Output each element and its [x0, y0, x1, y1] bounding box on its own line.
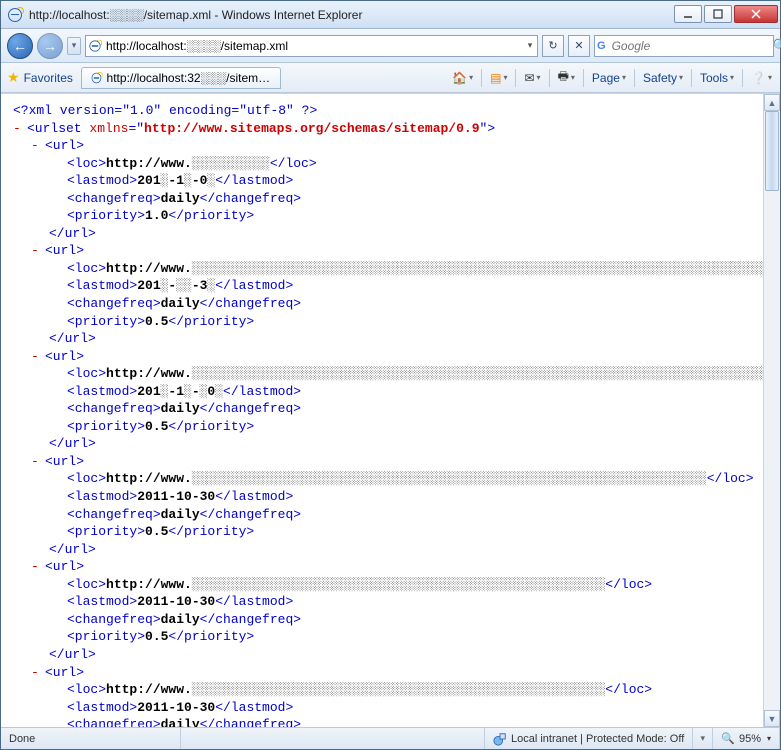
print-button[interactable]: 🖶▾: [554, 67, 579, 89]
favorites-star-icon[interactable]: ★: [7, 69, 20, 86]
search-input[interactable]: [608, 39, 773, 53]
home-icon: 🏠: [452, 71, 467, 85]
address-bar: ▾: [85, 35, 538, 57]
help-button[interactable]: ❔▾: [747, 67, 776, 89]
app-icon: [7, 7, 23, 23]
scroll-thumb[interactable]: [765, 111, 779, 191]
separator: [691, 69, 692, 87]
collapse-toggle[interactable]: -: [13, 120, 23, 138]
help-icon: ❔: [751, 71, 766, 85]
content-area: <?xml version="1.0" encoding="utf-8" ?>-…: [1, 93, 780, 727]
separator: [549, 69, 550, 87]
chevron-down-icon: ▾: [700, 733, 705, 744]
minimize-button[interactable]: [674, 5, 702, 23]
collapse-toggle[interactable]: -: [31, 453, 41, 471]
chevron-down-icon: ▾: [767, 734, 771, 743]
collapse-toggle[interactable]: -: [31, 558, 41, 576]
address-input[interactable]: [104, 39, 523, 53]
rss-icon: ▤: [490, 71, 501, 85]
forward-button[interactable]: →: [37, 33, 63, 59]
maximize-button[interactable]: [704, 5, 732, 23]
status-spacer: [181, 728, 485, 749]
xml-view: <?xml version="1.0" encoding="utf-8" ?>-…: [1, 94, 763, 727]
tab-icon: [92, 72, 101, 83]
refresh-button[interactable]: ↻: [542, 35, 564, 57]
print-icon: 🖶: [558, 67, 569, 88]
browser-window: http://localhost:░░░░/sitemap.xml - Wind…: [0, 0, 781, 750]
navbar: ← → ▾ ▾ ↻ ✕ G 🔍: [1, 29, 780, 63]
page-icon: [86, 39, 104, 53]
back-button[interactable]: ←: [7, 33, 33, 59]
safety-menu[interactable]: Safety▾: [639, 67, 687, 89]
favorites-label[interactable]: Favorites: [24, 71, 73, 85]
command-bar: ★ Favorites http://localhost:32░░░/sitem…: [1, 63, 780, 93]
stop-button[interactable]: ✕: [568, 35, 590, 57]
separator: [481, 69, 482, 87]
window-buttons: [672, 5, 778, 25]
tools-menu[interactable]: Tools▾: [696, 67, 738, 89]
feeds-button[interactable]: ▤▾: [486, 67, 511, 89]
zoom-cell[interactable]: 🔍 95% ▾: [713, 728, 780, 749]
vertical-scrollbar[interactable]: ▲ ▼: [763, 94, 780, 727]
separator: [515, 69, 516, 87]
page-menu[interactable]: Page▾: [588, 67, 630, 89]
recent-pages-dropdown[interactable]: ▾: [67, 37, 81, 55]
google-icon: G: [597, 39, 606, 53]
zoom-icon: 🔍: [721, 732, 735, 745]
search-button[interactable]: 🔍: [773, 36, 781, 56]
status-unknown-cell[interactable]: ▾: [693, 728, 713, 749]
tab-label: http://localhost:32░░░/sitemap.xml: [107, 71, 272, 85]
browser-tab[interactable]: http://localhost:32░░░/sitemap.xml: [81, 67, 281, 89]
status-bar: Done Local intranet | Protected Mode: Of…: [1, 727, 780, 749]
search-box: G 🔍: [594, 35, 774, 57]
scroll-track[interactable]: [764, 111, 780, 710]
close-button[interactable]: [734, 5, 778, 23]
separator: [742, 69, 743, 87]
titlebar: http://localhost:░░░░/sitemap.xml - Wind…: [1, 1, 780, 29]
mail-icon: ✉: [524, 71, 534, 85]
collapse-toggle[interactable]: -: [31, 242, 41, 260]
scroll-down-button[interactable]: ▼: [764, 710, 780, 727]
zone-cell[interactable]: Local intranet | Protected Mode: Off: [485, 728, 693, 749]
collapse-toggle[interactable]: -: [31, 348, 41, 366]
home-button[interactable]: 🏠▾: [448, 67, 477, 89]
scroll-up-button[interactable]: ▲: [764, 94, 780, 111]
collapse-toggle[interactable]: -: [31, 664, 41, 682]
zoom-value: 95%: [739, 733, 761, 745]
separator: [634, 69, 635, 87]
zone-icon: [493, 732, 507, 746]
collapse-toggle[interactable]: -: [31, 137, 41, 155]
separator: [583, 69, 584, 87]
window-title: http://localhost:░░░░/sitemap.xml - Wind…: [29, 8, 672, 22]
address-dropdown[interactable]: ▾: [523, 40, 537, 51]
zone-text: Local intranet | Protected Mode: Off: [511, 733, 684, 745]
mail-button[interactable]: ✉▾: [520, 67, 544, 89]
status-text: Done: [1, 728, 181, 749]
